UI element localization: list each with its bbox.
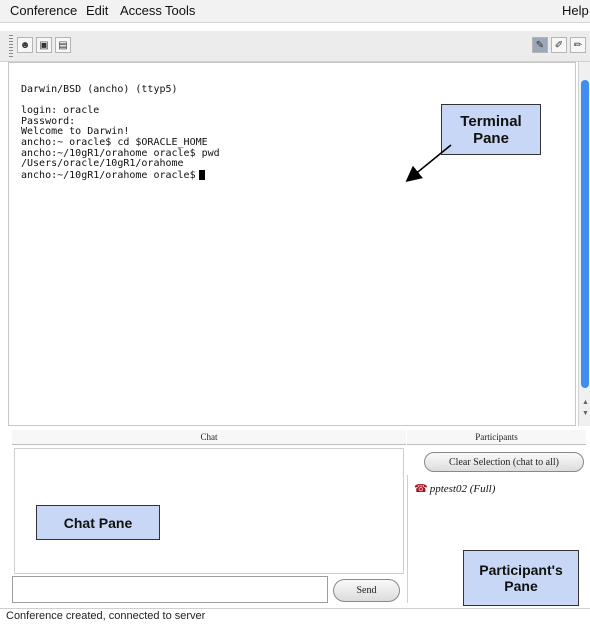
terminal-callout-label: Terminal Pane — [460, 112, 522, 147]
menu-bar: Conference Edit Access Tools Help — [0, 0, 590, 23]
pen-icon[interactable]: ✎ — [532, 37, 548, 53]
participant-label: pptest02 (Full) — [429, 483, 496, 495]
menu-tools[interactable]: Tools — [165, 3, 195, 18]
terminal-prompt: ancho:~/10gR1/orahome oracle$ — [21, 169, 196, 181]
status-text: Conference created, connected to server — [6, 610, 206, 622]
chat-callout: Chat Pane — [36, 505, 160, 540]
chat-callout-label: Chat Pane — [63, 514, 133, 531]
menu-access[interactable]: Access — [120, 3, 162, 18]
chat-header: Chat — [12, 430, 406, 445]
participants-header: Participants — [407, 430, 586, 445]
scroll-up-icon[interactable]: ▲ — [582, 399, 589, 406]
document-icon[interactable]: ▣ — [36, 37, 52, 53]
clear-selection-button[interactable]: Clear Selection (chat to all) — [424, 452, 584, 472]
participant-item[interactable]: ☎ pptest02 (Full) — [414, 482, 495, 495]
terminal-callout: Terminal Pane — [441, 104, 541, 155]
participant-callout: Participant's Pane — [463, 550, 579, 606]
toolbar-grip-icon[interactable] — [9, 35, 13, 57]
scroll-down-icon[interactable]: ▼ — [582, 410, 589, 417]
terminal-line: /Users/oracle/10gR1/orahome — [21, 158, 184, 170]
menu-conference[interactable]: Conference — [10, 3, 77, 18]
status-bar: Conference created, connected to server — [0, 608, 590, 624]
participant-callout-label: Participant's Pane — [479, 562, 563, 594]
cursor — [198, 169, 205, 180]
trash-icon[interactable]: ▤ — [55, 37, 71, 53]
terminal-line: ancho:~ oracle$ cd $ORACLE_HOME — [21, 136, 208, 148]
send-button[interactable]: Send — [333, 579, 400, 602]
terminal-line: Darwin/BSD (ancho) (ttyp5) — [21, 84, 178, 95]
user-icon[interactable]: ☻ — [17, 37, 33, 53]
terminal-output: Darwin/BSD (ancho) (ttyp5) login: oracle… — [21, 84, 220, 181]
toolbar: ☻ ▣ ▤ ✎ ✐ ✏ — [0, 31, 590, 62]
chat-input[interactable] — [12, 576, 328, 603]
terminal-line: ancho:~/10gR1/orahome oracle$ — [21, 169, 220, 181]
menu-help[interactable]: Help — [562, 3, 589, 18]
pen2-icon[interactable]: ✏ — [570, 37, 586, 53]
brush-icon[interactable]: ✐ — [551, 37, 567, 53]
scroll-thumb[interactable] — [581, 80, 589, 388]
phone-icon: ☎ — [414, 483, 428, 495]
menu-edit[interactable]: Edit — [86, 3, 108, 18]
terminal-scrollbar[interactable]: ▲ ▼ — [578, 62, 590, 426]
